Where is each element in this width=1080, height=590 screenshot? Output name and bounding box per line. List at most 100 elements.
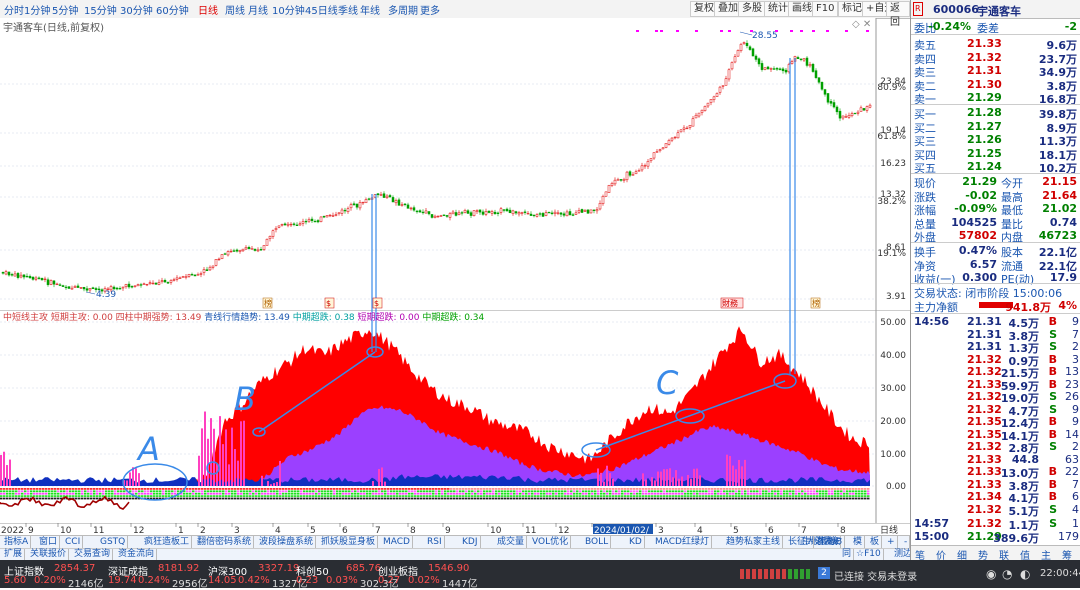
indicator-tab-5[interactable]: 翻倍密码系统 [195,536,255,548]
signal-stripe [462,497,465,500]
signal-stripe [324,490,327,493]
signal-stripe [246,495,249,497]
kline-chart[interactable]: 28.554.39榜 $ $ 財務榜 23.8480.9%19.1461.8%16.2… [0,18,910,310]
signal-stripe [276,490,279,493]
user-icon[interactable]: ◉ [986,567,996,581]
tool-button-8[interactable]: 返回 [886,1,910,28]
tool-button-2[interactable]: 多股 [738,1,766,17]
period-tab-6[interactable]: 日线 [198,2,218,17]
signal-stripe [636,495,639,497]
indicator-bar [645,479,647,486]
indicator-tab-14[interactable]: KD [627,536,645,548]
period-tab-1[interactable]: 1分钟 [24,2,50,17]
bid-price: 21.28 [967,106,1002,119]
period-tab-12[interactable]: 年线 [360,2,380,17]
indicator-tab-1[interactable]: 窗口 [37,536,61,548]
extension-tab-3[interactable]: 资金流向 [116,549,158,560]
indicator-tab-right-0[interactable]: 指标B [816,536,846,548]
signal-stripe [15,492,18,495]
signal-stripe [291,490,294,493]
signal-stripe [36,488,39,490]
indicator-tab-12[interactable]: VOL优化 [530,536,572,548]
signal-stripe [768,497,771,500]
index-value: 8181.92 [158,563,200,574]
signal-stripe [387,492,390,495]
chart-ctrl-icons[interactable]: ◇ ✕ [852,19,871,30]
candle-body [433,215,437,218]
indicator-tab-15[interactable]: MACD红绿灯 [653,536,712,548]
signal-stripe [51,497,54,500]
period-tab-7[interactable]: 周线 [225,2,245,17]
candle-body [502,209,506,211]
extension-tab-0[interactable]: 扩展 [2,549,26,560]
extension-tab-1[interactable]: 关联报价 [28,549,70,560]
indicator-tab-19[interactable]: ... [800,536,814,548]
signal-stripe [336,490,339,493]
indicator-tab-3[interactable]: GSTQ [98,536,129,548]
indicator-title-item: 中期超跌: 0.34 [422,313,485,323]
signal-stripe [705,497,708,500]
period-tab-5[interactable]: 60分钟 [156,2,189,17]
indicator-tab-16[interactable]: 趋势私家主线 [724,536,784,548]
indicator-tab-13[interactable]: BOLL [583,536,612,548]
signal-stripe [54,495,57,497]
theme-icon[interactable]: ◐ [1020,567,1030,581]
connection-status[interactable]: 已连接 交易未登录 [834,568,917,583]
signal-stripe [456,495,459,497]
indicator-tab-right-3[interactable]: + [885,536,898,548]
candle-body [184,276,188,278]
period-tab-9[interactable]: 10分钟 [272,2,305,17]
candle-body [430,214,434,218]
indicator-tab-10[interactable]: KDJ [460,536,481,548]
signal-stripe [480,492,483,495]
signal-stripe [837,495,840,497]
indicator-tab-2[interactable]: CCI [63,536,84,548]
date-axis: 2022 9 10 11 12 1 2 3 4 5 6 7 8 9 10 11 12 2024/01/02/3 4 5… [0,523,910,535]
indicator-tab-right-1[interactable]: 模 [851,536,866,548]
indicator-tab-6[interactable]: 波段操盘系统 [257,536,317,548]
indicator-tab-right-2[interactable]: 板 [868,536,883,548]
signal-stripe [270,490,273,493]
signal-stripe [156,495,159,497]
period-tab-14[interactable]: 更多 [420,2,440,17]
candle-body [865,106,869,111]
signal-stripe [291,488,294,490]
indicator-tab-4[interactable]: 疯狂造板工 [142,536,193,548]
signal-stripe [369,492,372,495]
period-tab-0[interactable]: 分时 [4,2,24,17]
signal-stripe [387,497,390,500]
candle-body [16,273,20,278]
period-tab-10[interactable]: 45日线 [305,2,338,17]
period-tab-4[interactable]: 30分钟 [120,2,153,17]
signal-stripe [51,495,54,497]
indicator-tab-right-4[interactable]: - [902,536,911,548]
signal-stripe [630,488,633,490]
candle-body [79,287,83,289]
signal-stripe [513,488,516,490]
indicator-tab-11[interactable]: 成交量 [495,536,528,548]
signal-stripe [258,490,261,493]
signal-stripe [384,488,387,490]
period-tab-3[interactable]: 15分钟 [84,2,117,17]
signal-stripe [9,492,12,495]
period-tab-11[interactable]: 季线 [338,2,358,17]
tool-button-5[interactable]: F10 [812,1,839,17]
signal-stripe [48,495,51,497]
signal-stripe [777,488,780,490]
extension-tab-right-1[interactable]: ☆F10 [854,549,884,560]
indicator-tab-0[interactable]: 指标A [2,536,32,548]
settings-icon[interactable]: ◔ [1002,567,1012,581]
period-tab-2[interactable]: 5分钟 [52,2,78,17]
extension-tab-2[interactable]: 交易查询 [72,549,114,560]
signal-stripe [411,490,414,493]
extension-tab-right-0[interactable]: 同 [840,549,855,560]
event-marker: $ [324,297,335,309]
indicator-tab-8[interactable]: MACD [381,536,413,548]
period-tab-8[interactable]: 月线 [248,2,268,17]
indicator-tab-9[interactable]: RSI [425,536,445,548]
indicator-chart[interactable]: AB C 50.0040.0030.0020.0010.000.00 [0,310,910,523]
period-tab-13[interactable]: 多周期 [388,2,418,17]
signal-stripe [759,495,762,497]
svg-text:2024/01/02/: 2024/01/02/ [594,526,650,535]
indicator-tab-7[interactable]: 抓妖股显身板 [319,536,379,548]
